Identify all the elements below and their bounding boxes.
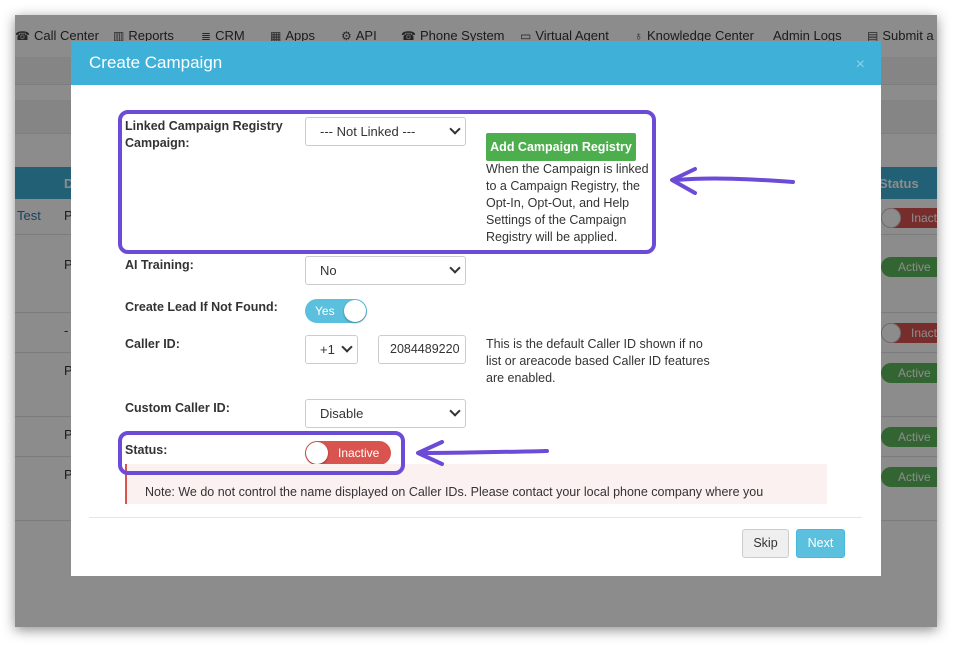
ai-training-label: AI Training:: [125, 258, 194, 272]
chevron-down-icon: [449, 262, 461, 274]
chevron-down-icon: [449, 405, 461, 417]
annotation-highlight-box: [118, 110, 656, 254]
next-button[interactable]: Next: [796, 529, 845, 558]
caller-id-help: This is the default Caller ID shown if n…: [486, 337, 710, 385]
custom-caller-id-label: Custom Caller ID:: [125, 401, 230, 415]
ai-training-select[interactable]: No: [305, 256, 466, 285]
create-lead-toggle[interactable]: Yes: [305, 299, 367, 323]
modal-title: Create Campaign: [89, 53, 223, 72]
toggle-knob: [344, 300, 366, 322]
skip-button[interactable]: Skip: [742, 529, 789, 558]
app-window: ☎ Call Center ▥ Reports ≣ CRM ▦ Apps ⚙ API ☎ P…: [15, 15, 937, 627]
country-code-select[interactable]: +1: [305, 335, 358, 364]
custom-caller-id-select[interactable]: Disable: [305, 399, 466, 428]
annotation-arrow: [670, 167, 795, 195]
annotation-arrow: [416, 440, 549, 466]
create-lead-label: Create Lead If Not Found:: [125, 300, 278, 314]
modal-header: Create Campaign ×: [71, 41, 881, 85]
chevron-down-icon: [341, 341, 353, 353]
create-campaign-modal: Create Campaign × Linked Campaign Regist…: [71, 41, 881, 576]
close-icon[interactable]: ×: [856, 56, 865, 74]
caller-id-input[interactable]: 2084489220: [378, 335, 466, 364]
annotation-highlight-box: [118, 431, 405, 475]
modal-footer-divider: [89, 517, 862, 518]
caller-id-label: Caller ID:: [125, 337, 180, 351]
